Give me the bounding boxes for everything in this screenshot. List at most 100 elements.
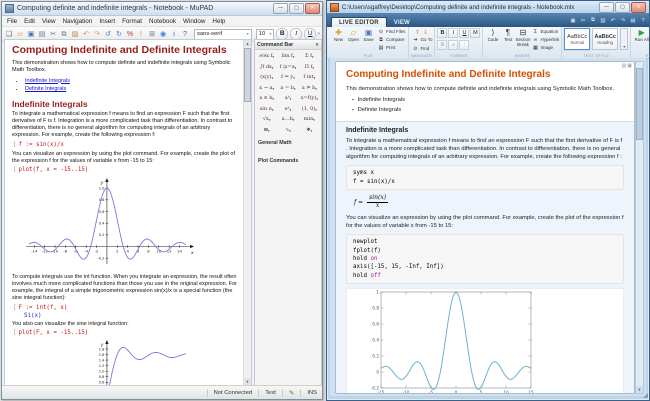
ribbon-small-button[interactable]: Σ Equation xyxy=(532,28,559,35)
mupad-document[interactable]: Computing Indefinite and Definite Integr… xyxy=(4,39,252,386)
command-bar-button[interactable]: ∿▾ xyxy=(277,127,298,133)
toolbar-icon[interactable]: ↻ xyxy=(114,29,124,40)
menu-item[interactable]: Edit xyxy=(24,18,35,25)
tab-view[interactable]: VIEW xyxy=(387,18,417,27)
ribbon-small-button[interactable]: ▤ Print xyxy=(378,44,406,51)
maximize-button[interactable]: ▢ xyxy=(289,3,304,14)
command-bar-button[interactable]: min▾ xyxy=(299,116,320,122)
plot-commands-section[interactable]: Plot Commands xyxy=(258,158,318,164)
command-bar-button[interactable]: Π f▾ xyxy=(299,64,320,70)
command-bar-button[interactable]: x → a▾ xyxy=(256,85,277,91)
code-block[interactable]: syms xf = sin(x)/x xyxy=(346,165,624,190)
command-bar-button[interactable]: sin α▾ xyxy=(256,106,277,112)
minimize-button[interactable]: — xyxy=(599,1,614,13)
menu-item[interactable]: Navigation xyxy=(63,18,93,25)
ribbon-big-button[interactable]: ▱ Open xyxy=(346,28,361,51)
toolbar-icon[interactable]: ◉ xyxy=(158,29,168,40)
command-bar-button[interactable]: aᵇ▾ xyxy=(277,95,298,101)
command-bar-button[interactable]: f |x=a▾ xyxy=(277,64,298,70)
toolbar-icon[interactable]: ❏ xyxy=(4,29,14,40)
ribbon-big-button[interactable]: ▣ Save xyxy=(361,28,376,51)
command-bar-button[interactable]: √x▾ xyxy=(256,116,277,122)
quick-access-icon[interactable]: ? xyxy=(639,18,647,24)
command-bar-button[interactable]: (x|y)▾ xyxy=(256,74,277,80)
quick-access-icon[interactable]: ✂ xyxy=(579,18,587,24)
list-format-button[interactable]: ≡ xyxy=(448,40,459,50)
toolbar-icon[interactable]: ⊞ xyxy=(147,29,157,40)
command-bar-button[interactable]: f int▾ xyxy=(299,74,320,80)
ribbon-small-button[interactable]: ⧉ Compare xyxy=(378,36,406,43)
general-math-section[interactable]: General Math xyxy=(258,140,318,146)
list-format-button[interactable]: ≣ xyxy=(437,40,448,50)
code-block[interactable]: newplot fplot(f) hold on axis([-15, 15, -In… xyxy=(346,234,624,285)
ribbon-small-button[interactable]: ➔ Go To xyxy=(413,36,432,43)
ribbon-small-button[interactable]: ▦ Image xyxy=(532,44,559,51)
toolbar-icon[interactable]: ▤ xyxy=(37,29,47,40)
command-bar-button[interactable]: (1, 0)▾ xyxy=(299,106,320,112)
code-input[interactable]: [ plot(f, x = -15..15) xyxy=(13,167,239,174)
toolbar-icon[interactable]: % xyxy=(125,29,135,40)
toolbar-icon[interactable]: ↺ xyxy=(103,29,113,40)
bold-button[interactable]: B xyxy=(437,28,448,38)
ribbon-small-button[interactable]: ⊙ Find Files xyxy=(378,28,406,35)
scroll-up-icon[interactable]: ▲ xyxy=(244,40,251,47)
menu-item[interactable]: Window xyxy=(183,18,205,25)
command-bar-button[interactable]: ❖▾ xyxy=(299,127,320,133)
menu-item[interactable]: View xyxy=(42,18,56,25)
toolbar-icon[interactable]: ✂ xyxy=(48,29,58,40)
menu-item[interactable]: Notebook xyxy=(149,18,176,25)
quick-access-icon[interactable]: ↷ xyxy=(619,18,627,24)
style-normal-button[interactable]: AaBbCc Normal xyxy=(564,28,591,50)
quick-access-icon[interactable]: ▨ xyxy=(599,18,607,24)
toolbar-overflow-icon[interactable]: » xyxy=(317,31,320,37)
live-script-document[interactable]: ▤ ▣ Computing Indefinite and Definite In… xyxy=(335,61,635,394)
toolbar-icon[interactable]: ⧉ xyxy=(59,29,69,40)
toolbar-icon[interactable]: ↶ xyxy=(81,29,91,40)
toolbar-icon[interactable]: ↷ xyxy=(92,29,102,40)
ribbon-big-button[interactable]: ⟩ Code xyxy=(485,28,500,51)
menu-item[interactable]: Help xyxy=(212,18,225,25)
toc-link[interactable]: Indefinite Integrals xyxy=(25,78,70,84)
command-bar-button[interactable]: x=f(y)▾ xyxy=(299,95,320,101)
toolbar-icon[interactable]: ▱ xyxy=(15,29,25,40)
navigate-arrow-icon[interactable]: ⇓ xyxy=(423,29,428,36)
minimize-button[interactable]: — xyxy=(273,3,288,14)
ribbon-small-button[interactable]: ⊙ Find xyxy=(413,45,433,52)
toolbar-icon[interactable]: i xyxy=(169,29,179,40)
quick-access-icon[interactable]: ▣ xyxy=(569,18,577,24)
scroll-down-icon[interactable]: ▼ xyxy=(244,378,251,385)
quick-access-icon[interactable]: ↶ xyxy=(609,18,617,24)
quick-access-icon[interactable]: ▤ xyxy=(629,18,637,24)
command-bar-button[interactable]: ∂/∂x f▾ xyxy=(256,53,277,59)
code-input[interactable]: [ plot(F, x = -15..15) xyxy=(13,330,239,337)
italic-button[interactable]: I xyxy=(448,28,459,38)
style-gallery-expander[interactable]: ▾ xyxy=(620,28,629,50)
ribbon-big-button[interactable]: ⊟ Section Break xyxy=(515,28,530,51)
close-icon[interactable]: ✕ xyxy=(315,42,319,48)
command-bar-button[interactable]: ∫f dx▾ xyxy=(256,64,277,70)
ribbon-big-button[interactable]: ✚ New xyxy=(331,28,346,51)
navigate-arrow-icon[interactable]: ⇑ xyxy=(415,29,420,36)
output-right-icon[interactable]: ▣ xyxy=(627,63,632,69)
underline-button[interactable]: U xyxy=(459,28,470,38)
ribbon-small-button[interactable]: ∞ Hyperlink xyxy=(532,36,560,43)
sinc-plot[interactable]: -14 -12 -10 -8 -6 -4 -2 2 4 6 8 10 12 14 -0.2 0.2 0.4 0.6… xyxy=(22,177,239,272)
close-button[interactable]: ✕ xyxy=(305,3,320,14)
quick-access-icon[interactable]: ⧉ xyxy=(589,17,597,24)
matlab-figure[interactable]: -15 -10 -5 0 5 10 15 -0.2 0 0.2 0.4 0.6 0.8 1 xyxy=(346,288,624,393)
toc-link[interactable]: Definite Integrals xyxy=(25,86,66,92)
command-bar-button[interactable]: ⊞▾ xyxy=(256,127,277,133)
command-bar-button[interactable]: eˣ▾ xyxy=(277,106,298,112)
command-bar-button[interactable]: Σ f▾ xyxy=(299,53,320,59)
toolbar-icon[interactable]: ! xyxy=(136,29,146,40)
font-size-select[interactable]: 10 ▾ xyxy=(255,28,275,40)
style-heading-button[interactable]: AaBbCc Heading xyxy=(592,28,619,50)
menu-item[interactable]: File xyxy=(7,18,17,25)
command-bar-button[interactable]: f ⇒ ẏ▾ xyxy=(277,74,298,80)
menu-item[interactable]: Format xyxy=(122,18,142,25)
toolbar-icon[interactable]: ▨ xyxy=(70,29,80,40)
code-input[interactable]: [ f := sin(x)/x xyxy=(13,142,239,149)
command-bar-button[interactable]: a ∈ b▾ xyxy=(256,95,277,101)
toolbar-icon[interactable]: ? xyxy=(180,29,190,40)
toolbar-icon[interactable]: ▣ xyxy=(26,29,36,40)
